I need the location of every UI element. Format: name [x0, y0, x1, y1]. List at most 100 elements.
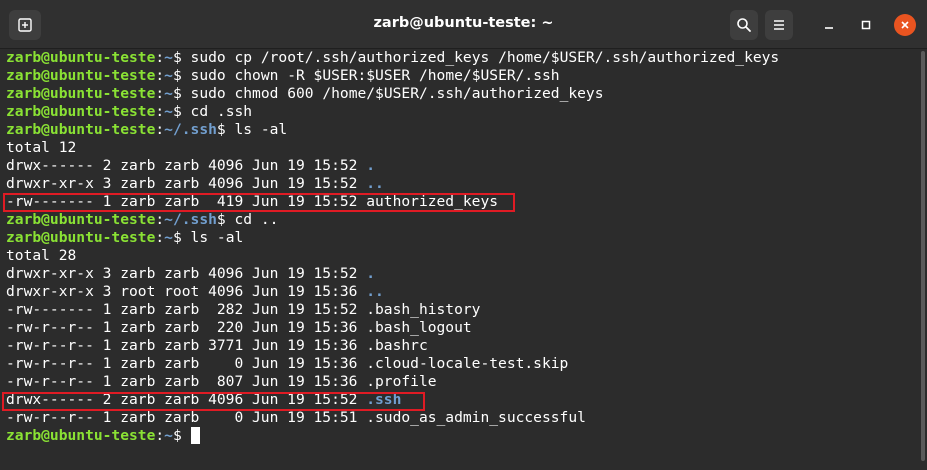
prompt-separator: : [155, 103, 165, 120]
prompt-separator: : [155, 67, 165, 84]
file-name: .sudo_as_admin_successful [366, 409, 586, 426]
minimize-icon [825, 27, 833, 29]
command-text: sudo chmod 600 /home/$USER/.ssh/authoriz… [190, 85, 604, 102]
prompt-symbol: $ [172, 229, 191, 246]
command-text: sudo chown -R $USER:$USER /home/$USER/.s… [190, 67, 560, 84]
listing-line: -rw-r--r-- 1 zarb zarb 0 Jun 19 15:51 .s… [6, 409, 917, 427]
prompt-separator: : [155, 211, 165, 228]
file-metadata: drwx------ 2 zarb zarb 4096 Jun 19 15:52 [6, 157, 367, 174]
directory-name: .. [366, 175, 384, 192]
file-metadata: -rw-r--r-- 1 zarb zarb 0 Jun 19 15:36 [6, 355, 367, 372]
prompt-line: zarb@ubuntu-teste:~$ sudo chmod 600 /hom… [6, 85, 917, 103]
output-text: total 12 [6, 139, 77, 156]
prompt-path: ~ [164, 103, 173, 120]
file-metadata: drwxr-xr-x 3 root root 4096 Jun 19 15:36 [6, 283, 367, 300]
terminal-output[interactable]: zarb@ubuntu-teste:~$ sudo cp /root/.ssh/… [0, 49, 917, 470]
file-metadata: -rw-r--r-- 1 zarb zarb 220 Jun 19 15:36 [6, 319, 367, 336]
prompt-symbol: $ [172, 49, 191, 66]
prompt-symbol: $ [172, 427, 191, 444]
search-icon [737, 18, 751, 32]
hamburger-menu-icon [774, 20, 784, 30]
listing-line: drwxr-xr-x 3 zarb zarb 4096 Jun 19 15:52… [6, 265, 917, 283]
file-metadata: drwxr-xr-x 3 zarb zarb 4096 Jun 19 15:52 [6, 175, 367, 192]
command-text: cd .. [234, 211, 279, 228]
prompt-path: ~ [164, 85, 173, 102]
file-name: .cloud-locale-test.skip [366, 355, 569, 372]
listing-line: drwx------ 2 zarb zarb 4096 Jun 19 15:52… [6, 157, 917, 175]
maximize-button[interactable] [855, 14, 877, 36]
file-metadata: -rw-r--r-- 1 zarb zarb 807 Jun 19 15:36 [6, 373, 367, 390]
output-text: total 28 [6, 247, 77, 264]
prompt-symbol: $ [216, 211, 235, 228]
prompt-path: ~/.ssh [164, 121, 217, 138]
listing-line: -rw------- 1 zarb zarb 282 Jun 19 15:52 … [6, 301, 917, 319]
file-metadata: drwxr-xr-x 3 zarb zarb 4096 Jun 19 15:52 [6, 265, 367, 282]
output-line: total 12 [6, 139, 917, 157]
prompt-path: ~ [164, 67, 173, 84]
prompt-separator: : [155, 85, 165, 102]
command-text: ls -al [234, 121, 288, 138]
listing-line: -rw-r--r-- 1 zarb zarb 3771 Jun 19 15:36… [6, 337, 917, 355]
command-text: cd .ssh [190, 103, 253, 120]
prompt-path: ~ [164, 229, 173, 246]
file-metadata: drwx------ 2 zarb zarb 4096 Jun 19 15:52 [6, 391, 367, 408]
scrollbar-thumb[interactable] [921, 51, 925, 461]
prompt-separator: : [155, 121, 165, 138]
directory-name: . [366, 157, 376, 174]
prompt-user: zarb@ubuntu-teste [6, 121, 156, 138]
prompt-path: ~/.ssh [164, 211, 217, 228]
prompt-user: zarb@ubuntu-teste [6, 103, 156, 120]
listing-line: -rw-r--r-- 1 zarb zarb 0 Jun 19 15:36 .c… [6, 355, 917, 373]
listing-line: drwxr-xr-x 3 zarb zarb 4096 Jun 19 15:52… [6, 175, 917, 193]
listing-line: -rw-r--r-- 1 zarb zarb 220 Jun 19 15:36 … [6, 319, 917, 337]
prompt-user: zarb@ubuntu-teste [6, 49, 156, 66]
prompt-path: ~ [164, 49, 173, 66]
prompt-separator: : [155, 49, 165, 66]
prompt-user: zarb@ubuntu-teste [6, 427, 156, 444]
prompt-separator: : [155, 229, 165, 246]
prompt-user: zarb@ubuntu-teste [6, 211, 156, 228]
prompt-symbol: $ [172, 67, 191, 84]
prompt-user: zarb@ubuntu-teste [6, 85, 156, 102]
minimize-button[interactable] [818, 14, 840, 36]
listing-line: -rw-r--r-- 1 zarb zarb 807 Jun 19 15:36 … [6, 373, 917, 391]
output-line: total 28 [6, 247, 917, 265]
prompt-path: ~ [164, 427, 173, 444]
text-cursor [190, 427, 200, 444]
file-metadata: -rw-r--r-- 1 zarb zarb 0 Jun 19 15:51 [6, 409, 367, 426]
listing-line: drwx------ 2 zarb zarb 4096 Jun 19 15:52… [6, 391, 917, 409]
file-name: .profile [366, 373, 437, 390]
search-button[interactable] [730, 10, 758, 40]
file-name: .bash_history [366, 301, 481, 318]
terminal-window: zarb@ubuntu-teste: ~ zarb@ubuntu-teste:~… [0, 0, 927, 470]
close-button[interactable] [894, 14, 916, 36]
command-text: ls -al [190, 229, 244, 246]
scrollbar[interactable] [919, 51, 925, 467]
prompt-line: zarb@ubuntu-teste:~$ sudo cp /root/.ssh/… [6, 49, 917, 67]
title-bar: zarb@ubuntu-teste: ~ [0, 0, 927, 49]
directory-name: . [366, 265, 376, 282]
listing-line: drwxr-xr-x 3 root root 4096 Jun 19 15:36… [6, 283, 917, 301]
file-name: authorized_keys [366, 193, 499, 210]
prompt-user: zarb@ubuntu-teste [6, 67, 156, 84]
prompt-symbol: $ [172, 103, 191, 120]
prompt-line: zarb@ubuntu-teste:~$ sudo chown -R $USER… [6, 67, 917, 85]
prompt-line: zarb@ubuntu-teste:~$ cd .ssh [6, 103, 917, 121]
command-text: sudo cp /root/.ssh/authorized_keys /home… [190, 49, 780, 66]
prompt-symbol: $ [216, 121, 235, 138]
prompt-line: zarb@ubuntu-teste:~/.ssh$ ls -al [6, 121, 917, 139]
prompt-symbol: $ [172, 85, 191, 102]
close-icon [901, 21, 909, 29]
prompt-separator: : [155, 427, 165, 444]
menu-button[interactable] [765, 10, 793, 40]
directory-name: .ssh [366, 391, 402, 408]
prompt-line: zarb@ubuntu-teste:~/.ssh$ cd .. [6, 211, 917, 229]
maximize-icon [861, 20, 871, 30]
file-metadata: -rw------- 1 zarb zarb 282 Jun 19 15:52 [6, 301, 367, 318]
directory-name: .. [366, 283, 384, 300]
prompt-line: zarb@ubuntu-teste:~$ [6, 427, 917, 445]
file-name: .bashrc [366, 337, 428, 354]
prompt-line: zarb@ubuntu-teste:~$ ls -al [6, 229, 917, 247]
listing-line: -rw------- 1 zarb zarb 419 Jun 19 15:52 … [6, 193, 917, 211]
file-metadata: -rw------- 1 zarb zarb 419 Jun 19 15:52 [6, 193, 367, 210]
